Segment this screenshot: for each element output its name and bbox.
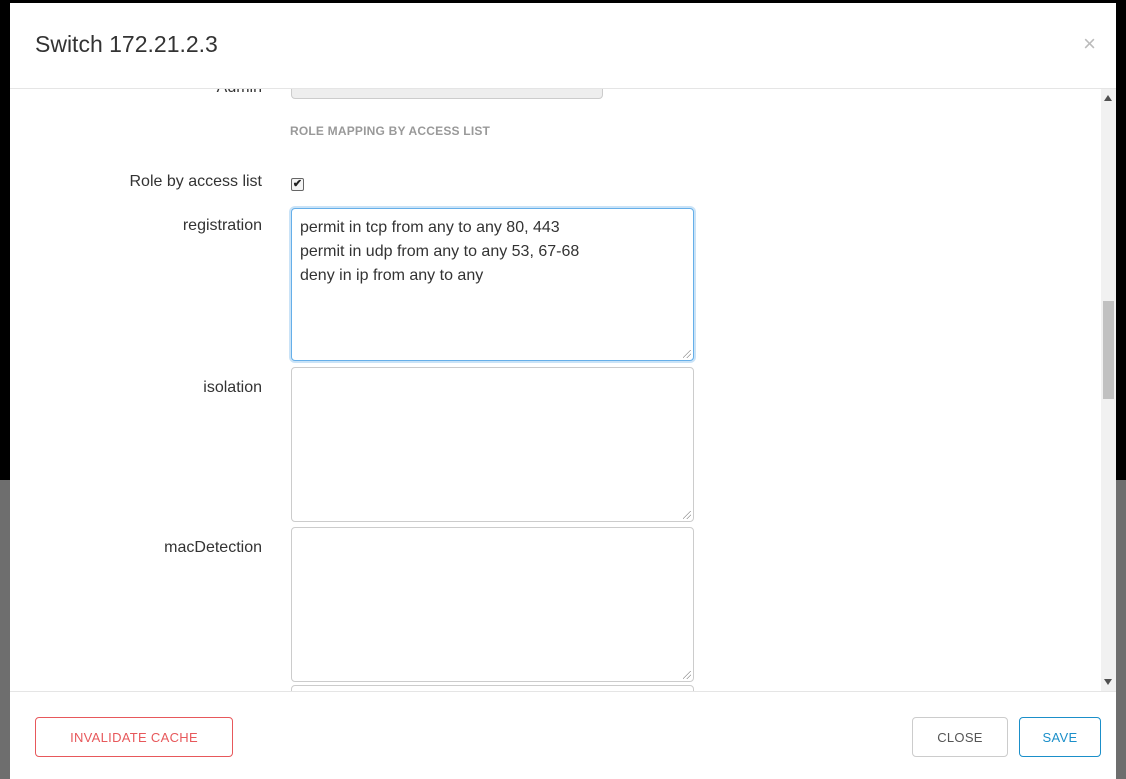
backdrop [0,480,10,779]
macdetection-textarea[interactable] [291,527,694,682]
role-by-access-list-label: Role by access list [129,173,263,190]
resize-grip-icon[interactable] [683,350,691,358]
macdetection-label: macDetection [164,539,262,556]
modal-title: Switch 172.21.2.3 [35,31,218,57]
switch-modal: Switch 172.21.2.3 × Admin ROLE MAPPING B… [10,3,1116,779]
resize-grip-icon[interactable] [683,671,691,679]
modal-footer: INVALIDATE CACHE CLOSE SAVE [10,691,1116,779]
invalidate-cache-button[interactable]: INVALIDATE CACHE [35,717,233,757]
resize-grip-icon[interactable] [683,511,691,519]
isolation-label: isolation [203,379,262,396]
scroll-up-icon[interactable] [1104,95,1112,101]
scrollbar[interactable] [1101,89,1116,691]
isolation-textarea[interactable] [291,367,694,522]
close-icon[interactable]: × [1083,33,1096,55]
scroll-thumb[interactable] [1103,301,1114,399]
save-button[interactable]: SAVE [1019,717,1101,757]
admin-input[interactable] [291,89,603,99]
admin-label: Admin [200,89,262,97]
close-button[interactable]: CLOSE [912,717,1008,757]
registration-label: registration [182,217,262,234]
modal-body: Admin ROLE MAPPING BY ACCESS LIST Role b… [10,89,1116,691]
section-heading: ROLE MAPPING BY ACCESS LIST [290,124,491,138]
backdrop [1116,480,1126,779]
role-by-access-list-checkbox[interactable]: ✔ [291,178,304,191]
modal-header: Switch 172.21.2.3 × [10,3,1116,89]
registration-textarea[interactable] [291,208,694,361]
scroll-down-icon[interactable] [1104,679,1112,685]
